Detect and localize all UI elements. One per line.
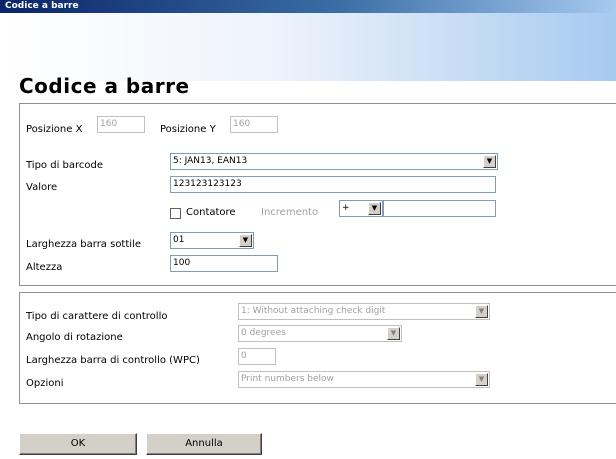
options-select[interactable]: Print numbers below ▼ [238,371,490,388]
counter-label: Contatore [186,207,236,218]
chevron-down-icon[interactable]: ▼ [368,202,381,215]
chevron-down-icon[interactable]: ▼ [239,234,252,247]
increment-sign-value: + [342,203,350,213]
position-x-input[interactable]: 160 [97,116,145,133]
barcode-type-value: 5: JAN13, EAN13 [173,156,248,166]
rotation-value: 0 degrees [241,328,286,338]
barcode-type-label: Tipo di barcode [26,160,104,171]
wpc-input[interactable]: 0 [238,348,276,365]
rotation-label: Angolo di rotazione [26,332,123,343]
counter-checkbox[interactable] [170,208,181,219]
wpc-label: Larghezza barra di controllo (WPC) [26,355,200,366]
value-input[interactable]: 123123123123 [170,176,496,193]
position-x-label: Posizione X [26,124,83,135]
check-char-type-select[interactable]: 1: Without attaching check digit ▼ [238,303,490,320]
barcode-settings-group: Posizione X 160 Posizione Y 160 Tipo di … [19,103,616,286]
check-char-type-value: 1: Without attaching check digit [241,306,386,316]
chevron-down-icon[interactable]: ▼ [475,373,488,386]
page-title: Codice a barre [19,74,190,98]
options-value: Print numbers below [241,374,334,384]
check-digit-group: Tipo di carattere di controllo 1: Withou… [19,292,616,404]
increment-input[interactable] [383,200,496,217]
increment-label: Incremento [261,207,319,218]
ok-button[interactable]: OK [19,433,137,455]
check-char-type-label: Tipo di carattere di controllo [26,311,168,322]
increment-sign-select[interactable]: + ▼ [339,200,383,217]
narrow-bar-width-label: Larghezza barra sottile [26,239,141,250]
position-y-input[interactable]: 160 [230,116,278,133]
cancel-button[interactable]: Annulla [146,433,262,455]
chevron-down-icon[interactable]: ▼ [483,155,496,168]
chevron-down-icon[interactable]: ▼ [387,327,400,340]
rotation-select[interactable]: 0 degrees ▼ [238,325,402,342]
narrow-bar-width-value: 01 [173,235,185,245]
height-label: Altezza [26,262,63,273]
options-label: Opzioni [26,378,64,389]
header-banner [0,13,616,81]
chevron-down-icon[interactable]: ▼ [475,305,488,318]
narrow-bar-width-select[interactable]: 01 ▼ [170,232,254,249]
barcode-type-select[interactable]: 5: JAN13, EAN13 ▼ [170,153,498,170]
height-input[interactable]: 100 [170,255,278,272]
value-label: Valore [26,182,58,193]
window-title: Codice a barre [0,0,616,13]
position-y-label: Posizione Y [160,124,216,135]
